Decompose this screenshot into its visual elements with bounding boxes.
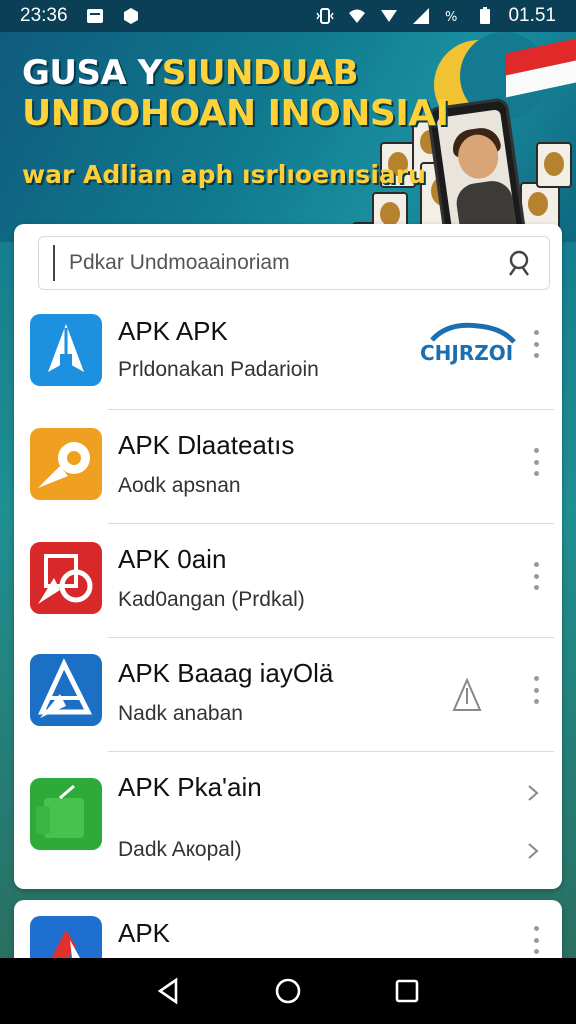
more-options-icon[interactable] bbox=[532, 448, 540, 476]
app-title: APK 0ain bbox=[118, 544, 227, 574]
vibrate-icon bbox=[316, 8, 335, 24]
signal-icon bbox=[413, 8, 430, 24]
home-icon[interactable] bbox=[273, 976, 303, 1006]
signal-down-icon bbox=[381, 10, 398, 22]
megaphone-icon bbox=[30, 428, 102, 500]
status-bar: 23:36 % 01.51 bbox=[0, 0, 576, 32]
notification-box-icon bbox=[86, 9, 103, 23]
banner-card-tile bbox=[536, 142, 572, 188]
promo-banner[interactable]: GUSA YSIUNDUAB UNDOHOAN INONSIAI war Adl… bbox=[0, 32, 576, 242]
green-box-icon bbox=[30, 778, 102, 850]
svg-text:%: % bbox=[445, 10, 457, 25]
battery-icon bbox=[480, 7, 491, 24]
more-options-icon[interactable] bbox=[532, 676, 540, 704]
wifi-icon bbox=[349, 9, 366, 23]
app-subtitle: Kad0angan (Prdkal) bbox=[118, 588, 305, 611]
car-brand-logo: CHJRZOI bbox=[420, 322, 516, 365]
search-input[interactable] bbox=[69, 251, 507, 275]
more-options-icon[interactable] bbox=[532, 562, 540, 590]
recents-icon[interactable] bbox=[392, 976, 422, 1006]
banner-subtitle: war Adlian aph ısrlıoenısiaru bbox=[22, 160, 426, 189]
photo-wheel-icon bbox=[30, 542, 102, 614]
chevron-right-icon[interactable] bbox=[524, 784, 542, 802]
svg-text:CHJRZOI: CHJRZOI bbox=[420, 341, 513, 365]
more-options-icon[interactable] bbox=[532, 926, 540, 954]
app-title: APK bbox=[118, 918, 171, 948]
app-subtitle: Aodk apsnan bbox=[118, 474, 241, 497]
app-title: APK Baaag iayOlä bbox=[118, 658, 334, 688]
text-cursor bbox=[53, 245, 55, 281]
status-time: 23:36 bbox=[20, 5, 68, 26]
more-options-icon[interactable] bbox=[532, 330, 540, 358]
list-item[interactable]: APK Dlaateatıs Aodk apsnan bbox=[14, 410, 562, 524]
list-item[interactable]: APK 0ain Kad0angan (Prdkal) bbox=[14, 524, 562, 638]
list-item[interactable]: APK Pka'ain Dadk Aкopal) bbox=[14, 752, 562, 888]
app-subtitle: Dadk Aкopal) bbox=[118, 838, 242, 861]
app-subtitle: Prldonakan Padarioin bbox=[118, 358, 319, 381]
search-box[interactable] bbox=[38, 236, 550, 290]
search-icon[interactable] bbox=[507, 249, 535, 277]
list-item[interactable]: APK Baaag iayOlä Nadk anaban bbox=[14, 638, 562, 752]
app-title: APK APK bbox=[118, 316, 228, 346]
app-subtitle: Nadk anaban bbox=[118, 702, 243, 725]
banner-title: GUSA YSIUNDUAB UNDOHOAN INONSIAI bbox=[22, 53, 449, 135]
delta-a-icon bbox=[30, 654, 102, 726]
rocket-a-icon bbox=[30, 314, 102, 386]
percent-icon: % bbox=[445, 10, 457, 25]
navigation-bar bbox=[0, 958, 576, 1024]
app-title: APK Pka'ain bbox=[118, 772, 262, 802]
chevron-right-icon[interactable] bbox=[524, 842, 542, 860]
hexagon-icon bbox=[123, 8, 138, 24]
app-list-card: APK APK Prldonakan Padarioin CHJRZOI APK… bbox=[14, 224, 562, 889]
status-clock-right: 01.51 bbox=[508, 5, 556, 26]
back-icon[interactable] bbox=[154, 976, 184, 1006]
warning-triangle-icon bbox=[452, 678, 482, 711]
app-title: APK Dlaateatıs bbox=[118, 430, 295, 460]
